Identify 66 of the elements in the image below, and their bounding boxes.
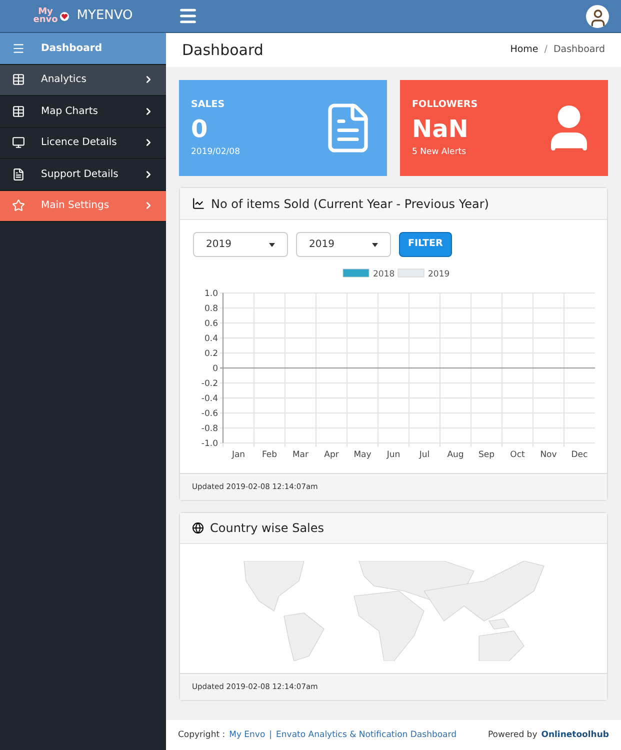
menu-item-icon — [12, 73, 25, 86]
axis-tick-label: 1.0 — [204, 289, 218, 299]
sidebar-item[interactable]: Licence Details — [0, 128, 166, 159]
axis-tick-label: 0.8 — [204, 304, 218, 314]
axis-tick-label: Sep — [478, 450, 495, 460]
axis-tick-label: Aug — [447, 450, 464, 460]
axis-tick-label: Jan — [232, 450, 246, 460]
menu-item-icon — [12, 136, 25, 150]
axis-tick-label: 0.2 — [204, 349, 218, 359]
axis-tick-label: 0 — [212, 364, 218, 374]
axis-tick-label: 0.4 — [204, 334, 218, 344]
year-select[interactable]: 2019 — [296, 232, 391, 257]
copyright-label: Copyright : — [178, 728, 226, 742]
stat-value: 0 — [191, 114, 209, 145]
footer-link[interactable]: Envato Analytics & Notification Dashboard — [276, 728, 456, 742]
breadcrumb-item[interactable]: Home — [510, 42, 538, 58]
logo-text: My — [38, 8, 53, 16]
brand-name: MYENVO — [76, 7, 133, 26]
axis-tick-label: Dec — [571, 450, 588, 460]
line-chart-icon — [192, 197, 205, 210]
powered-label: Powered by — [488, 728, 538, 742]
menu-item-icon — [12, 104, 25, 118]
avatar[interactable] — [586, 4, 609, 28]
stat-caption: 5 New Alerts — [412, 146, 468, 158]
axis-tick-label: -0.2 — [201, 379, 218, 389]
axis-tick-label: Jun — [386, 450, 400, 460]
footer-separator: | — [269, 728, 272, 742]
axis-tick-label: Nov — [540, 450, 557, 460]
caret-icon — [372, 242, 378, 246]
breadcrumb-item: Dashboard — [553, 42, 605, 57]
page-title: Dashboard — [182, 40, 264, 61]
footer-link[interactable]: Onlinetoolhub — [541, 728, 609, 742]
stat-title: SALES — [191, 98, 226, 112]
legend-label: 2018 — [373, 270, 395, 280]
axis-tick-label: Feb — [262, 450, 278, 460]
menu-item-icon — [12, 42, 25, 55]
axis-tick-label: -1.0 — [201, 439, 218, 449]
axis-tick-label: -0.4 — [201, 394, 218, 404]
panel-title: No of items Sold (Current Year - Previous Year) — [211, 196, 489, 212]
menu-item-icon — [12, 168, 25, 181]
legend-label: 2019 — [428, 270, 450, 280]
axis-tick-label: Apr — [324, 450, 339, 460]
menu-button[interactable] — [178, 6, 198, 26]
stat-title: FOLLOWERS — [412, 98, 478, 112]
heart-icon — [60, 12, 69, 20]
axis-tick-label: -0.8 — [201, 424, 218, 434]
legend-swatch — [342, 268, 370, 278]
globe-icon — [192, 522, 204, 534]
sidebar-item[interactable]: Analytics — [0, 64, 166, 96]
breadcrumb-separator: / — [544, 42, 548, 57]
logo-text: envo — [33, 16, 58, 24]
legend-swatch — [398, 268, 424, 278]
axis-tick-label: -0.6 — [201, 409, 218, 419]
axis-tick-label: Mar — [292, 450, 309, 460]
stat-value: NaN — [412, 114, 470, 145]
stat-caption: 2019/02/08 — [191, 146, 240, 158]
panel-title: Country wise Sales — [210, 520, 324, 537]
year-select[interactable]: 2019 — [193, 232, 288, 257]
menu-icon — [178, 6, 198, 26]
axis-tick-label: Oct — [510, 450, 525, 460]
menu-item-icon — [12, 199, 25, 212]
axis-tick-label: May — [354, 450, 372, 460]
caret-icon — [269, 242, 275, 246]
axis-tick-label: Jul — [419, 450, 430, 460]
footer-link[interactable]: My Envo — [229, 728, 266, 742]
axis-tick-label: 0.6 — [204, 319, 218, 329]
